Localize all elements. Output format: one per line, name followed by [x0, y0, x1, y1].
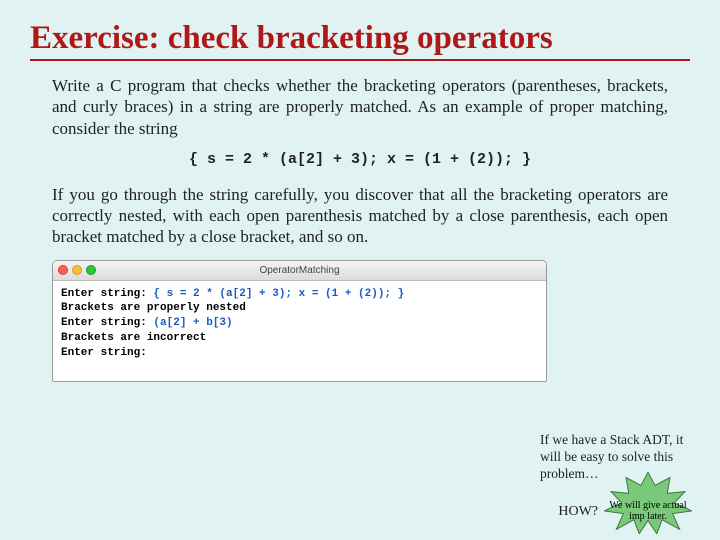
traffic-lights [58, 265, 96, 275]
console-line: Enter string: [61, 346, 538, 361]
console-line: Brackets are properly nested [61, 301, 538, 316]
close-icon[interactable] [58, 265, 68, 275]
paragraph-1: Write a C program that checks whether th… [52, 75, 668, 139]
minimize-icon[interactable] [72, 265, 82, 275]
console-output: Enter string: { s = 2 * (a[2] + 3); x = … [53, 281, 546, 381]
console-line: Enter string: (a[2] + b[3) [61, 316, 538, 331]
console-line: Brackets are incorrect [61, 331, 538, 346]
terminal-window: OperatorMatching Enter string: { s = 2 *… [52, 260, 547, 382]
window-titlebar: OperatorMatching [53, 261, 546, 281]
zoom-icon[interactable] [86, 265, 96, 275]
window-title: OperatorMatching [259, 265, 339, 276]
console-line: Enter string: { s = 2 * (a[2] + 3); x = … [61, 287, 538, 302]
slide-title: Exercise: check bracketing operators [30, 20, 690, 61]
how-label: HOW? [558, 504, 598, 520]
paragraph-2: If you go through the string carefully, … [52, 184, 668, 248]
starburst-text: We will give actual imp later. [608, 500, 688, 522]
code-example: { s = 2 * (a[2] + 3); x = (1 + (2)); } [30, 151, 690, 168]
